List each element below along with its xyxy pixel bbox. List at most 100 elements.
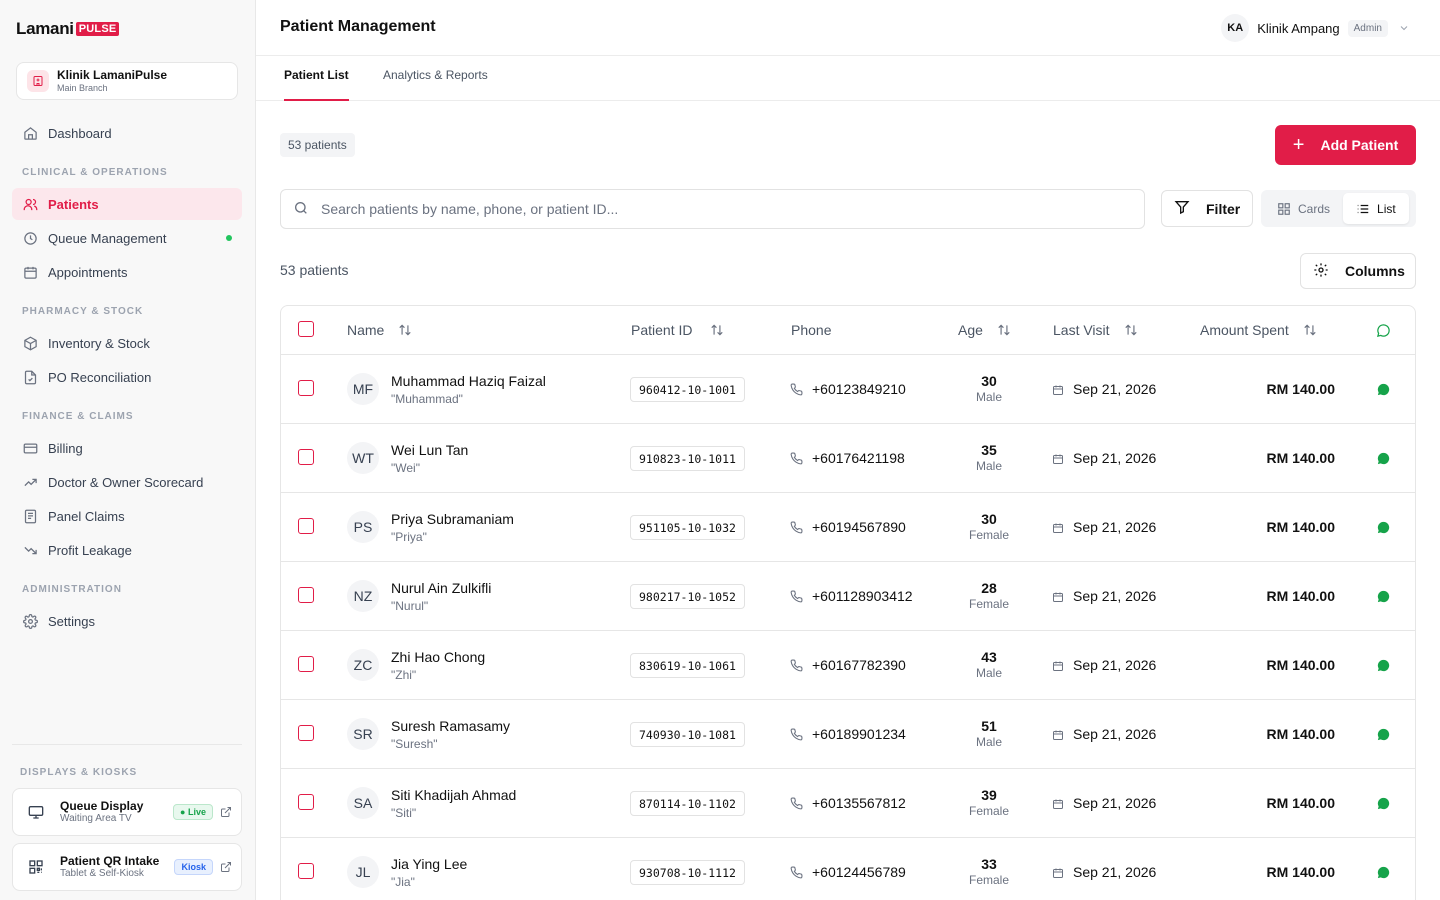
row-checkbox[interactable] <box>298 587 314 603</box>
patient-name[interactable]: Siti Khadijah Ahmad <box>391 787 516 803</box>
column-header-name[interactable]: Name <box>347 322 412 338</box>
nav-appointments[interactable]: Appointments <box>12 256 242 288</box>
patient-name[interactable]: Zhi Hao Chong <box>391 649 485 665</box>
last-visit-date: Sep 21, 2026 <box>1073 450 1157 466</box>
nav-label: Doctor & Owner Scorecard <box>48 474 204 490</box>
phone-icon <box>790 866 803 879</box>
patient-name[interactable]: Suresh Ramasamy <box>391 718 510 734</box>
patient-nickname: "Priya" <box>391 530 427 544</box>
search-input[interactable] <box>321 201 1101 217</box>
whatsapp-icon[interactable] <box>1376 382 1391 397</box>
row-checkbox[interactable] <box>298 863 314 879</box>
nav-panel-claims[interactable]: Panel Claims <box>12 500 242 532</box>
amount-spent: RM 140.00 <box>1266 519 1335 535</box>
row-checkbox[interactable] <box>298 380 314 396</box>
view-cards-button[interactable]: Cards <box>1264 193 1343 224</box>
column-header-amount[interactable]: Amount Spent <box>1200 322 1317 338</box>
plus-icon: + <box>1292 134 1305 156</box>
last-visit-date: Sep 21, 2026 <box>1073 519 1157 535</box>
queue-display-card[interactable]: Queue Display Waiting Area TV ● Live <box>12 788 242 836</box>
table-row[interactable]: MF Muhammad Haziq Faizal "Muhammad" 9604… <box>281 355 1415 424</box>
whatsapp-icon[interactable] <box>1376 796 1391 811</box>
column-header-patient-id[interactable]: Patient ID <box>631 322 724 338</box>
live-status-dot <box>226 235 232 241</box>
whatsapp-icon[interactable] <box>1376 520 1391 535</box>
user-menu[interactable]: KA Klinik Ampang Admin <box>1221 14 1410 42</box>
whatsapp-icon[interactable] <box>1376 589 1391 604</box>
table-row[interactable]: SR Suresh Ramasamy "Suresh" 740930-10-10… <box>281 700 1415 769</box>
nav-profit-leakage[interactable]: Profit Leakage <box>12 534 242 566</box>
phone-cell: +60167782390 <box>790 657 906 673</box>
external-link-icon[interactable] <box>220 806 232 818</box>
row-checkbox[interactable] <box>298 725 314 741</box>
avatar: MF <box>347 373 379 405</box>
header-label: Amount Spent <box>1200 322 1289 338</box>
table-row[interactable]: PS Priya Subramaniam "Priya" 951105-10-1… <box>281 493 1415 562</box>
table-row[interactable]: JL Jia Ying Lee "Jia" 930708-10-1112 +60… <box>281 838 1415 900</box>
columns-button[interactable]: Columns <box>1300 253 1416 289</box>
gender-value: Female <box>968 872 1009 887</box>
view-list-button[interactable]: List <box>1343 193 1409 224</box>
patient-name[interactable]: Nurul Ain Zulkifli <box>391 580 491 596</box>
whatsapp-icon[interactable] <box>1376 451 1391 466</box>
table-row[interactable]: WT Wei Lun Tan "Wei" 910823-10-1011 +601… <box>281 424 1415 493</box>
nav-inventory[interactable]: Inventory & Stock <box>12 327 242 359</box>
patient-name[interactable]: Jia Ying Lee <box>391 856 467 872</box>
whatsapp-icon[interactable] <box>1376 658 1391 673</box>
nav-dashboard[interactable]: Dashboard <box>12 117 242 149</box>
clinic-switcher[interactable]: Klinik LamaniPulse Main Branch <box>16 62 238 100</box>
header-label: Age <box>958 322 983 338</box>
column-header-last-visit[interactable]: Last Visit <box>1053 322 1138 338</box>
patient-nickname: "Zhi" <box>391 668 417 682</box>
row-checkbox[interactable] <box>298 518 314 534</box>
amount-spent: RM 140.00 <box>1266 657 1335 673</box>
external-link-icon[interactable] <box>220 861 232 873</box>
calendar-icon <box>1052 797 1064 809</box>
view-cards-label: Cards <box>1298 201 1331 216</box>
nav-queue[interactable]: Queue Management <box>12 222 242 254</box>
chevron-down-icon <box>1398 22 1410 34</box>
tab-patient-list[interactable]: Patient List <box>284 68 349 101</box>
amount-spent: RM 140.00 <box>1266 450 1335 466</box>
filter-button[interactable]: Filter <box>1161 190 1253 227</box>
whatsapp-icon[interactable] <box>1376 727 1391 742</box>
nav-po-reconciliation[interactable]: PO Reconciliation <box>12 361 242 393</box>
nav-label: Appointments <box>48 264 128 280</box>
phone-cell: +60135567812 <box>790 795 906 811</box>
clinic-name: Klinik LamaniPulse <box>57 67 168 82</box>
age-value: 51 <box>981 718 997 734</box>
row-checkbox[interactable] <box>298 794 314 810</box>
users-icon <box>22 196 38 212</box>
table-row[interactable]: ZC Zhi Hao Chong "Zhi" 830619-10-1061 +6… <box>281 631 1415 700</box>
last-visit-cell: Sep 21, 2026 <box>1052 795 1156 811</box>
nav-scorecard[interactable]: Doctor & Owner Scorecard <box>12 466 242 498</box>
last-visit-date: Sep 21, 2026 <box>1073 657 1157 673</box>
last-visit-date: Sep 21, 2026 <box>1073 381 1157 397</box>
table-row[interactable]: SA Siti Khadijah Ahmad "Siti" 870114-10-… <box>281 769 1415 838</box>
select-all-checkbox[interactable] <box>298 321 314 337</box>
tab-bar: Patient List Analytics & Reports <box>256 56 1440 101</box>
tab-analytics-reports[interactable]: Analytics & Reports <box>383 68 488 101</box>
logo-word: Lamani <box>16 19 74 38</box>
patient-name[interactable]: Muhammad Haziq Faizal <box>391 373 546 389</box>
qr-intake-card[interactable]: Patient QR Intake Tablet & Self-Kiosk Ki… <box>12 843 242 891</box>
phone-number: +60189901234 <box>812 726 906 742</box>
patient-name[interactable]: Priya Subramaniam <box>391 511 514 527</box>
row-checkbox[interactable] <box>298 449 314 465</box>
logo[interactable]: Lamani PULSE <box>16 19 120 38</box>
age-cell: 35 Male <box>949 442 1029 473</box>
whatsapp-icon[interactable] <box>1376 865 1391 880</box>
add-patient-button[interactable]: + Add Patient <box>1275 125 1416 165</box>
gender-value: Female <box>968 596 1009 611</box>
kiosk-title: Patient QR Intake <box>60 853 160 868</box>
calendar-icon <box>1052 866 1064 878</box>
section-displays: DISPLAYS & KIOSKS <box>20 767 138 778</box>
column-header-age[interactable]: Age <box>958 322 1011 338</box>
row-checkbox[interactable] <box>298 656 314 672</box>
calendar-icon <box>22 264 38 280</box>
nav-settings[interactable]: Settings <box>12 605 242 637</box>
nav-patients[interactable]: Patients <box>12 188 242 220</box>
table-row[interactable]: NZ Nurul Ain Zulkifli "Nurul" 980217-10-… <box>281 562 1415 631</box>
patient-name[interactable]: Wei Lun Tan <box>391 442 468 458</box>
nav-billing[interactable]: Billing <box>12 432 242 464</box>
